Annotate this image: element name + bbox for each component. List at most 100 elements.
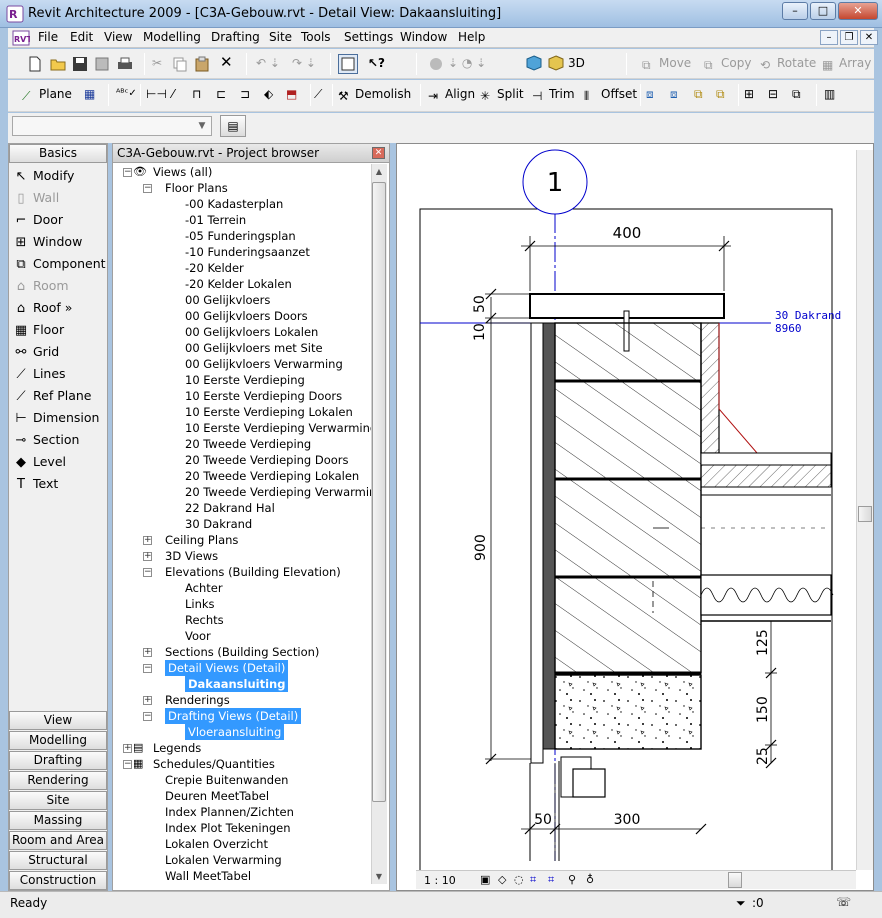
elevation-icon[interactable]: ▥ [824, 84, 835, 106]
maximize-button[interactable]: □ [810, 2, 836, 20]
document-icon[interactable]: RVT [12, 30, 30, 46]
create-similar-icon[interactable]: ⧉ [716, 84, 725, 106]
browser-view-item[interactable]: Lokalen Verwarming [165, 852, 282, 868]
view-scale[interactable]: 1 : 10 [424, 874, 456, 887]
new-file-icon[interactable] [28, 56, 42, 72]
visibility-icon[interactable] [428, 56, 444, 72]
mdi-restore-button[interactable]: ❐ [840, 30, 858, 45]
move-button[interactable]: ⧉ Move [642, 53, 691, 75]
linework-icon[interactable]: ⟋ [314, 84, 322, 106]
menu-drafting[interactable]: Drafting [211, 30, 260, 44]
collapse-icon[interactable]: − [143, 184, 152, 193]
ceiling-insulation[interactable] [700, 574, 832, 616]
coordination-icon[interactable]: ⧉ [792, 84, 801, 106]
design-tab-massing[interactable]: Massing [9, 811, 107, 830]
show-crop-icon[interactable]: ⌗ [548, 873, 554, 887]
communication-center-icon[interactable]: ☏ [836, 895, 851, 909]
browser-node[interactable]: Schedules/Quantities [153, 756, 275, 772]
menu-site[interactable]: Site [269, 30, 292, 44]
collapse-icon[interactable]: − [143, 664, 152, 673]
work-plane-button[interactable]: ⟋ Plane [22, 84, 72, 106]
3d-box-icon[interactable] [526, 55, 542, 71]
expand-icon[interactable]: + [123, 744, 132, 753]
cut-icon[interactable]: ✂ [152, 53, 162, 75]
browser-node[interactable]: Elevations (Building Elevation) [165, 564, 341, 580]
browser-view-item[interactable]: Dakaansluiting [185, 676, 289, 692]
copy-button[interactable]: ⧉ Copy [704, 53, 751, 75]
scroll-down-icon[interactable]: ▼ [372, 870, 386, 884]
unjoin-icon[interactable]: ⊐ [240, 84, 250, 106]
type-properties-button[interactable]: ▤ [220, 115, 246, 137]
roof-upstand[interactable] [700, 322, 720, 454]
browser-view-item[interactable]: 20 Tweede Verdieping Lokalen [185, 468, 359, 484]
browser-view-item[interactable]: -20 Kelder Lokalen [185, 276, 292, 292]
design-tool-room[interactable]: ⌂ Room [13, 276, 69, 296]
browser-view-item[interactable]: Vloeraansluiting [185, 724, 285, 740]
expand-icon[interactable]: + [143, 536, 152, 545]
browser-node[interactable]: Floor Plans [165, 180, 228, 196]
tab-basics[interactable]: Basics [9, 144, 107, 163]
browser-view-item[interactable]: 00 Gelijkvloers met Site [185, 340, 323, 356]
browser-node[interactable]: Ceiling Plans [165, 532, 238, 548]
design-tool-section[interactable]: ⊸ Section [13, 430, 80, 450]
browser-node[interactable]: Sections (Building Section) [165, 644, 319, 660]
design-tool-modify[interactable]: ↖ Modify [13, 166, 75, 186]
design-tool-lines[interactable]: ⟋ Lines [13, 364, 65, 384]
wall-insulation[interactable] [542, 322, 556, 750]
browser-view-item[interactable]: Lokalen Overzicht [165, 836, 268, 852]
browser-view-item[interactable]: 22 Dakrand Hal [185, 500, 275, 516]
reveal-hidden-icon[interactable]: ♁ [586, 873, 594, 886]
paste-icon[interactable] [194, 56, 210, 72]
browser-view-item[interactable]: 20 Tweede Verdieping Verwarming [185, 484, 371, 500]
spelling-icon[interactable]: ᴬᴮᶜ✓ [116, 84, 137, 106]
help-pointer-icon[interactable]: ↖? [368, 53, 385, 75]
browser-view-item[interactable]: 00 Gelijkvloers Lokalen [185, 324, 318, 340]
canvas-scrollbar[interactable] [856, 150, 873, 870]
browser-view-item[interactable]: Index Plot Tekeningen [165, 820, 291, 836]
temporary-hide-icon[interactable]: ⚲ [568, 873, 576, 886]
delete-icon[interactable]: ✕ [220, 53, 233, 75]
thin-lines-icon[interactable] [338, 54, 358, 74]
dimension-125-vertical[interactable]: 125 [755, 629, 771, 656]
model-graphics-icon[interactable]: ◇ [498, 873, 506, 886]
close-button[interactable]: ✕ [838, 2, 878, 20]
browser-node[interactable]: Drafting Views (Detail) [165, 708, 302, 724]
design-tool-component[interactable]: ⧉ Component [13, 254, 105, 274]
shadows-icon[interactable]: ◌ [514, 873, 524, 886]
browser-view-item[interactable]: -00 Kadasterplan [185, 196, 283, 212]
browser-view-item[interactable]: Voor [185, 628, 211, 644]
trim-button[interactable]: ⊣ Trim [532, 84, 575, 106]
dimension-900-vertical[interactable]: 900 [473, 534, 489, 561]
browser-view-item[interactable]: Links [185, 596, 215, 612]
collapse-icon[interactable]: − [123, 168, 132, 177]
roofing-membrane[interactable] [718, 323, 831, 454]
minimize-button[interactable]: – [782, 2, 808, 20]
menu-help[interactable]: Help [458, 30, 485, 44]
mirror-icon[interactable]: ⧈ [646, 84, 654, 106]
align-button[interactable]: ⇥ Align [428, 84, 475, 106]
design-tool-roof[interactable]: ⌂ Roof » [13, 298, 73, 318]
design-tab-site[interactable]: Site [9, 791, 107, 810]
design-tab-room-and-area[interactable]: Room and Area [9, 831, 107, 850]
menu-view[interactable]: View [104, 30, 132, 44]
browser-view-item[interactable]: -05 Funderingsplan [185, 228, 296, 244]
scroll-up-icon[interactable]: ▲ [372, 165, 386, 179]
join-geometry-icon[interactable]: ⊓ [192, 84, 201, 106]
design-tab-modelling[interactable]: Modelling [9, 731, 107, 750]
browser-view-item[interactable]: 00 Gelijkvloers Doors [185, 308, 308, 324]
concrete-beam[interactable] [554, 674, 702, 750]
collapse-icon[interactable]: − [123, 760, 132, 769]
dimension-10-vertical[interactable]: 10 [472, 323, 488, 341]
browser-view-item[interactable]: 30 Dakrand [185, 516, 252, 532]
design-tool-grid[interactable]: ⚯ Grid [13, 342, 60, 362]
undo-icon[interactable]: ↶ ⇣ [256, 53, 280, 75]
browser-view-item[interactable]: Crepie Buitenwanden [165, 772, 288, 788]
save-icon[interactable] [72, 56, 88, 72]
detail-view-canvas[interactable]: 1 30 Dakrand 8960 400 50 10 900 125 150 … [397, 144, 857, 870]
menu-window[interactable]: Window [400, 30, 447, 44]
pin-icon[interactable]: ⊞ [744, 84, 754, 106]
browser-view-item[interactable]: Achter [185, 580, 223, 596]
design-tool-window[interactable]: ⊞ Window [13, 232, 83, 252]
browser-view-item[interactable]: Index Plannen/Zichten [165, 804, 294, 820]
design-tool-level[interactable]: ◆ Level [13, 452, 66, 472]
